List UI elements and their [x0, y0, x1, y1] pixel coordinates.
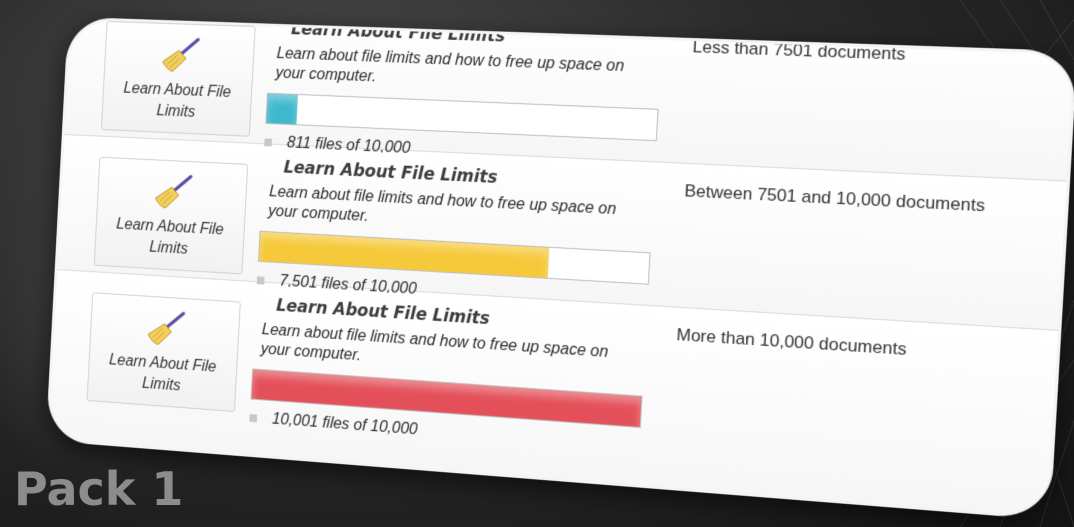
bullet-icon	[264, 138, 273, 147]
broom-icon	[145, 308, 187, 349]
learn-file-limits-button-2[interactable]: Learn About File Limits	[93, 156, 249, 275]
progress-fill	[266, 93, 299, 125]
document-range-label: Less than 7501 documents	[692, 37, 906, 64]
learn-file-limits-button-3[interactable]: Learn About File Limits	[86, 292, 241, 412]
broom-icon	[152, 172, 194, 213]
pack-heading: Pack 1	[14, 462, 184, 516]
file-limit-info-3: Learn About File Limits Learn about file…	[249, 295, 665, 458]
tile-label: Learn About File Limits	[123, 80, 232, 121]
progress-fill	[258, 231, 550, 278]
row-description: Learn about file limits and how to free …	[275, 45, 625, 86]
file-limits-card: Learn About File Limits Learn About File…	[48, 19, 1074, 517]
broom-icon	[159, 35, 202, 75]
document-range-label: More than 10,000 documents	[675, 324, 908, 360]
file-limit-info-1: Learn About File Limits Learn about file…	[264, 20, 681, 171]
tile-label: Learn About File Limits	[115, 216, 225, 258]
tile-label: Learn About File Limits	[108, 351, 217, 395]
file-usage-progress-bar	[265, 92, 659, 142]
file-limits-panel: Learn About File Limits Learn About File…	[48, 19, 1074, 517]
learn-file-limits-button-1[interactable]: Learn About File Limits	[100, 20, 256, 137]
file-count-text: 10,001 files of 10,000	[271, 410, 419, 439]
bullet-icon	[256, 276, 265, 285]
bullet-icon	[249, 414, 258, 423]
document-range-label: Between 7501 and 10,000 documents	[684, 181, 986, 216]
